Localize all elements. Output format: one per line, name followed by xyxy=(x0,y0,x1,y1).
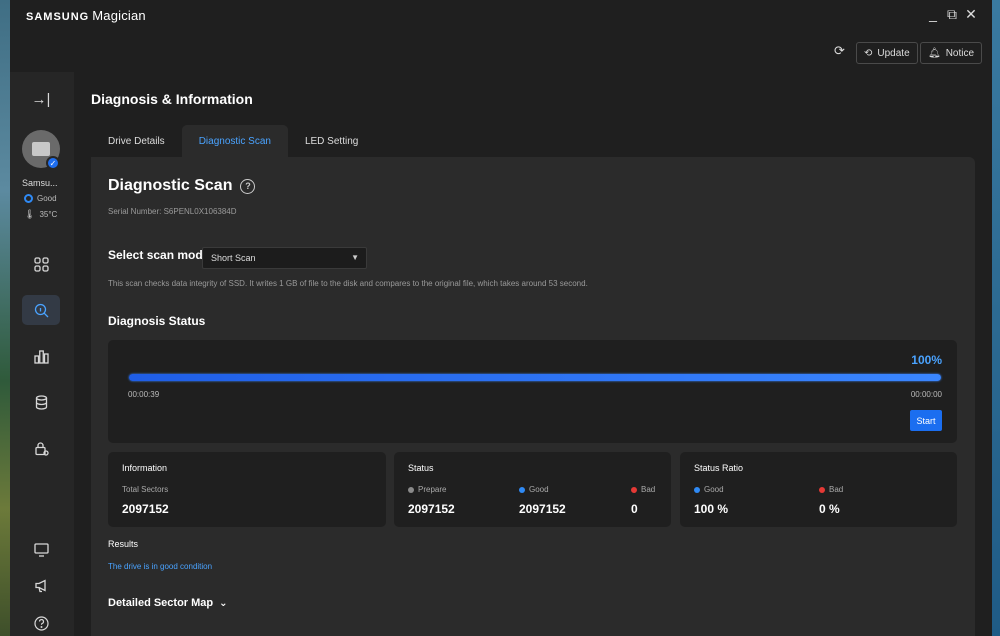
notice-button[interactable]: 🔔︎ Notice xyxy=(920,42,983,64)
update-label: Update xyxy=(877,47,910,59)
dashboard-icon[interactable] xyxy=(22,249,60,279)
status-good-value: 2097152 xyxy=(519,502,566,516)
good-dot-icon xyxy=(519,486,525,493)
status-card: Status Prepare 2097152 Good 2097152 Bad … xyxy=(394,452,671,527)
status-prepare-label: Prepare xyxy=(408,485,446,494)
title-bar: SAMSUNG Magician _ ⧉ ✕ xyxy=(10,0,992,32)
update-icon: ⟲ xyxy=(864,47,873,59)
security-icon[interactable] xyxy=(22,433,60,463)
scan-title-text: Diagnostic Scan xyxy=(108,177,233,194)
help-icon[interactable] xyxy=(22,608,60,636)
remaining-time: 00:00:00 xyxy=(910,390,942,399)
drive-health-label: Good xyxy=(37,194,57,203)
sector-map-label: Detailed Sector Map xyxy=(108,597,214,609)
chevron-down-icon: ⌄ xyxy=(219,597,228,609)
scan-mode-value: Short Scan xyxy=(211,253,256,263)
status-bad-value: 0 xyxy=(631,502,638,516)
health-ring-icon xyxy=(24,194,33,203)
prepare-dot-icon xyxy=(408,486,414,493)
scan-mode-select[interactable]: Short Scan ▼ xyxy=(202,247,367,269)
drive-temperature: 🌡︎ 35°C xyxy=(24,209,57,220)
scan-title: Diagnostic Scan ? xyxy=(108,177,256,195)
status-ratio-card: Status Ratio Good 100 % Bad 0 % xyxy=(680,452,957,527)
tab-drive-details[interactable]: Drive Details xyxy=(91,125,182,157)
app-window: SAMSUNG Magician _ ⧉ ✕ ⟳ ⟲ Update 🔔︎ Noti… xyxy=(10,0,992,636)
results-text: The drive is in good condition xyxy=(108,562,213,571)
status-heading: Status xyxy=(408,463,434,473)
bad-dot-icon xyxy=(819,486,825,493)
minimize-button[interactable]: _ xyxy=(924,6,942,22)
desktop-background-left xyxy=(0,0,10,636)
ratio-bad-label: Bad xyxy=(819,485,843,494)
question-icon[interactable]: ? xyxy=(240,178,256,194)
total-sectors-label: Total Sectors xyxy=(122,485,169,494)
close-button[interactable]: ✕ xyxy=(962,6,980,23)
information-heading: Information xyxy=(122,463,168,473)
ratio-good-label: Good xyxy=(694,485,724,494)
bad-dot-icon xyxy=(631,486,637,493)
status-good-text: Good xyxy=(529,485,549,494)
elapsed-time: 00:00:39 xyxy=(128,390,160,399)
total-sectors-value: 2097152 xyxy=(122,502,169,516)
detailed-sector-map-toggle[interactable]: Detailed Sector Map ⌄ xyxy=(108,597,228,609)
update-button[interactable]: ⟲ Update xyxy=(856,42,918,64)
ratio-good-value: 100 % xyxy=(694,502,729,516)
drive-health: Good xyxy=(24,194,57,203)
status-bad-text: Bad xyxy=(641,485,656,494)
brand-samsung: SAMSUNG xyxy=(26,11,90,23)
serial-number: Serial Number: S6PENL0X106384D xyxy=(108,207,237,216)
refresh-icon[interactable]: ⟳ xyxy=(834,43,845,59)
diagnostic-scan-panel: Diagnostic Scan ? Serial Number: S6PENL0… xyxy=(91,157,975,636)
sidebar: →| ✓ Samsu... Good 🌡︎ 35°C xyxy=(10,72,74,636)
drive-name: Samsu... xyxy=(22,178,58,188)
page-title: Diagnosis & Information xyxy=(91,91,253,107)
display-icon[interactable] xyxy=(22,534,60,564)
scan-mode-description: This scan checks data integrity of SSD. … xyxy=(108,279,588,288)
ratio-good-text: Good xyxy=(704,485,724,494)
progress-card: 100% 00:00:39 00:00:00 Start xyxy=(108,340,957,443)
tab-led-setting[interactable]: LED Setting xyxy=(288,125,375,157)
desktop-background-right xyxy=(992,0,1000,636)
status-bad-label: Bad xyxy=(631,485,655,494)
status-good-label: Good xyxy=(519,485,549,494)
tab-bar: Drive Details Diagnostic Scan LED Settin… xyxy=(91,125,375,157)
ssd-icon xyxy=(32,142,50,156)
progress-percent: 100% xyxy=(911,353,942,367)
information-card: Information Total Sectors 2097152 xyxy=(108,452,386,527)
bell-icon: 🔔︎ xyxy=(928,47,941,59)
status-prepare-text: Prepare xyxy=(418,485,447,494)
restore-button[interactable]: ⧉ xyxy=(943,6,961,23)
status-ratio-heading: Status Ratio xyxy=(694,463,744,473)
progress-fill xyxy=(129,374,941,381)
check-badge-icon: ✓ xyxy=(46,156,60,170)
ratio-bad-text: Bad xyxy=(829,485,844,494)
scan-mode-label: Select scan mode xyxy=(108,248,210,262)
collapse-sidebar-icon[interactable]: →| xyxy=(22,84,60,114)
notice-label: Notice xyxy=(945,47,975,59)
data-management-icon[interactable] xyxy=(22,387,60,417)
megaphone-icon[interactable] xyxy=(22,570,60,600)
main-content: Diagnosis & Information Drive Details Di… xyxy=(74,72,992,636)
status-prepare-value: 2097152 xyxy=(408,502,455,516)
tab-diagnostic-scan[interactable]: Diagnostic Scan xyxy=(181,125,288,157)
results-label: Results xyxy=(108,539,139,549)
ratio-bad-value: 0 % xyxy=(819,502,840,516)
benchmark-icon[interactable] xyxy=(22,341,60,371)
progress-track xyxy=(129,374,941,381)
start-button[interactable]: Start xyxy=(910,410,942,431)
diagnosis-icon[interactable] xyxy=(22,295,60,325)
diagnosis-status-title: Diagnosis Status xyxy=(108,314,206,328)
drive-temperature-label: 35°C xyxy=(39,210,58,219)
good-dot-icon xyxy=(694,486,700,493)
chevron-down-icon: ▼ xyxy=(351,253,359,262)
thermometer-icon: 🌡︎ xyxy=(24,209,36,219)
drive-avatar[interactable]: ✓ xyxy=(22,130,60,170)
brand-magician: Magician xyxy=(92,8,146,23)
app-brand: SAMSUNG Magician xyxy=(26,8,146,23)
